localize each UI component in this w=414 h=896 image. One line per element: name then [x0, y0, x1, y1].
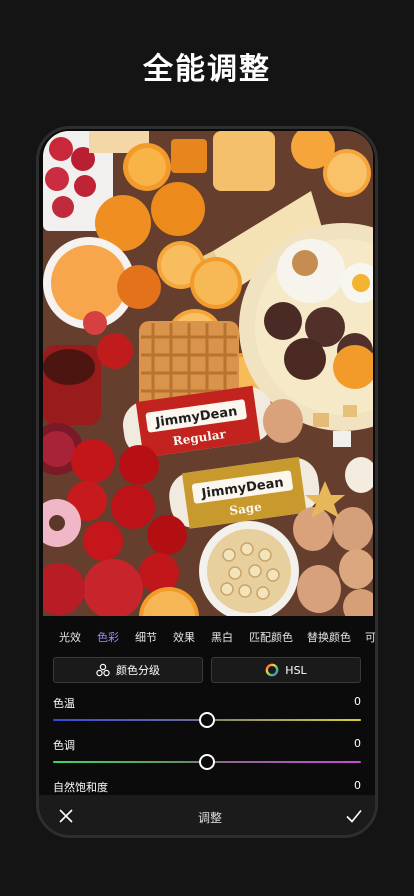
color-grading-label: 颜色分级 — [116, 664, 160, 677]
temperature-value: 0 — [354, 695, 361, 708]
bottom-bar: 调整 — [39, 795, 375, 835]
tint-value: 0 — [354, 737, 361, 750]
tint-thumb[interactable] — [199, 754, 215, 770]
tab-effect[interactable]: 效果 — [173, 629, 195, 645]
tab-color[interactable]: 色彩 — [97, 629, 119, 645]
photo-illustration: JimmyDean Regular JimmyDean Sage — [43, 131, 373, 616]
hsl-label: HSL — [285, 663, 307, 677]
hsl-button[interactable]: HSL — [211, 657, 361, 683]
photo-preview[interactable]: JimmyDean Regular JimmyDean Sage — [43, 131, 373, 616]
tab-replace-color[interactable]: 替换颜色 — [307, 629, 351, 645]
vibrance-label: 自然饱和度 — [53, 781, 108, 794]
tab-black-white[interactable]: 黑白 — [211, 629, 233, 645]
headline: 全能调整 — [143, 52, 271, 87]
vibrance-value: 0 — [354, 779, 361, 792]
color-grading-button[interactable]: 颜色分级 — [53, 657, 203, 683]
bottom-title: 调整 — [197, 811, 222, 825]
temperature-label: 色温 — [53, 697, 75, 710]
tint-label: 色调 — [53, 739, 75, 752]
tab-light[interactable]: 光效 — [59, 629, 81, 645]
color-wheel-icon — [265, 663, 279, 677]
adjust-tabs: 光效 色彩 细节 效果 黑白 匹配颜色 替换颜色 可 — [39, 627, 375, 647]
tab-match-color[interactable]: 匹配颜色 — [249, 629, 293, 645]
tab-detail[interactable]: 细节 — [135, 629, 157, 645]
phone-frame: JimmyDean Regular JimmyDean Sage 光效 色彩 细… — [36, 126, 378, 838]
temperature-thumb[interactable] — [199, 712, 215, 728]
color-grading-icon — [96, 663, 110, 677]
check-icon[interactable] — [345, 807, 363, 825]
tab-more[interactable]: 可 — [365, 629, 375, 645]
